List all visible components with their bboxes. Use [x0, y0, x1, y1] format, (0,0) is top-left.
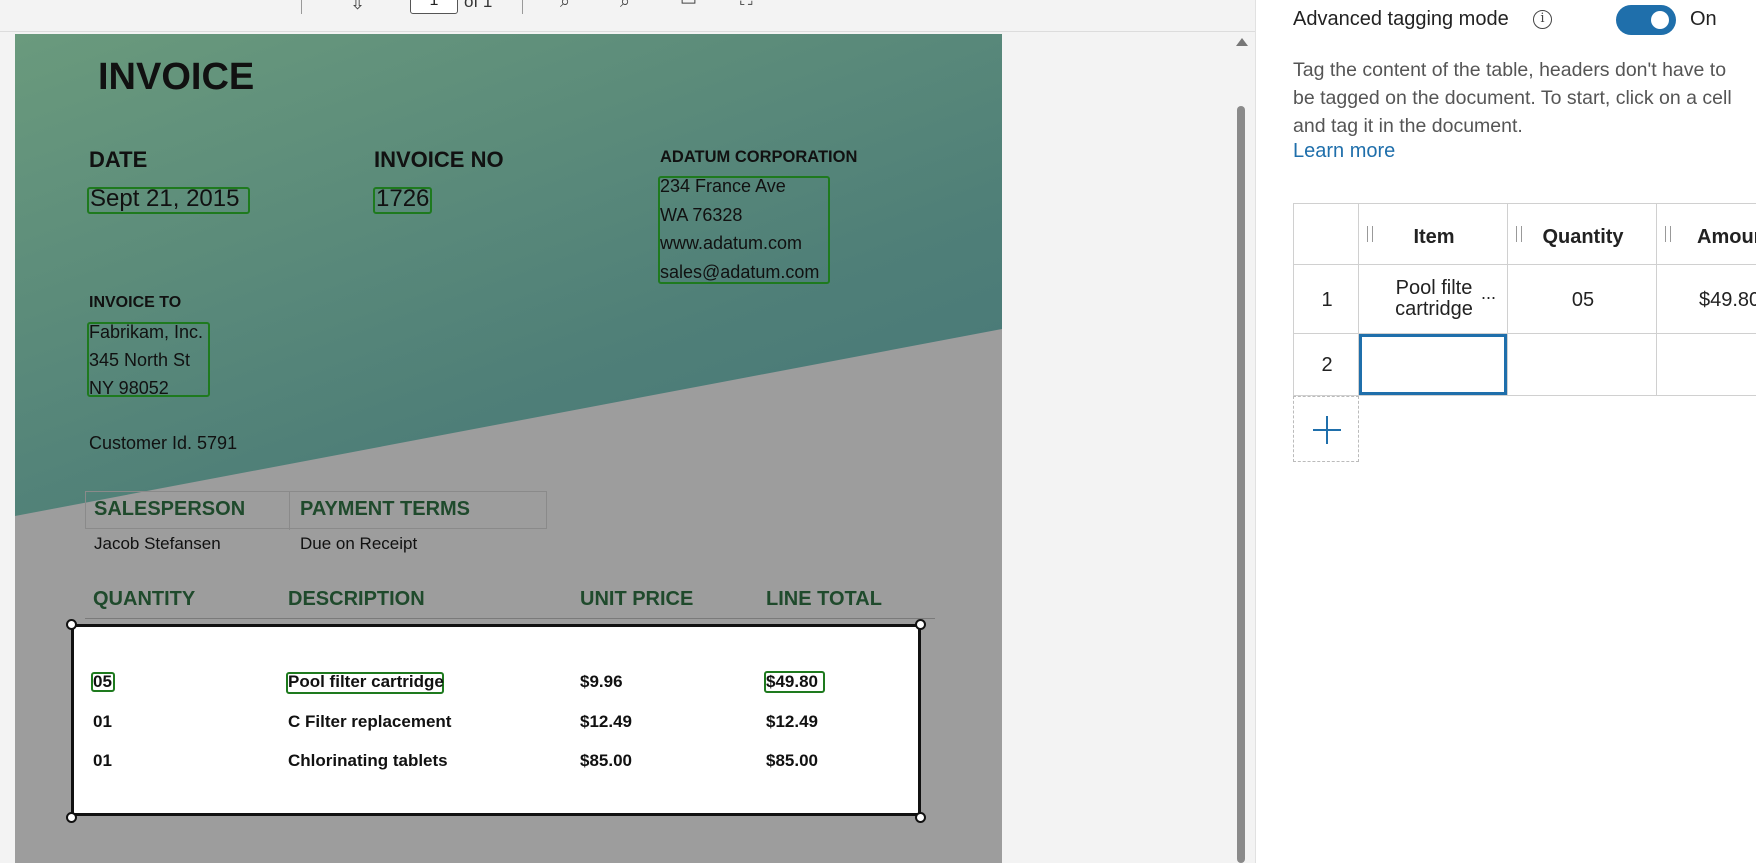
- row3-unit-price[interactable]: $85.00: [580, 751, 632, 771]
- tagging-panel: Advanced tagging mode i On Tag the conte…: [1255, 0, 1756, 863]
- row2-line-total[interactable]: $12.49: [766, 712, 818, 732]
- cell-text: 05: [1571, 289, 1595, 311]
- table-header-quantity[interactable]: Quantity: [1507, 203, 1657, 265]
- tag-table: Item Quantity Amount 1 Pool filte cartri…: [1293, 203, 1756, 396]
- toolbar-separator: [522, 0, 523, 14]
- plus-icon: [1313, 416, 1341, 444]
- invoice-to-line[interactable]: Fabrikam, Inc.: [89, 322, 203, 343]
- date-value[interactable]: Sept 21, 2015: [90, 185, 239, 213]
- table-header-item[interactable]: Item: [1358, 203, 1508, 265]
- cell-row1-item[interactable]: Pool filte cartridge ...: [1358, 264, 1508, 334]
- column-header-line-total: LINE TOTAL: [766, 588, 882, 610]
- row-number-cell: 2: [1293, 333, 1359, 396]
- cell-row2-quantity[interactable]: [1507, 333, 1657, 396]
- salesperson-value: Jacob Stefansen: [94, 534, 221, 553]
- company-line[interactable]: sales@adatum.com: [660, 262, 819, 283]
- payment-terms-value: Due on Receipt: [300, 534, 418, 553]
- table-header-amount[interactable]: Amount: [1656, 203, 1756, 265]
- date-label: DATE: [89, 147, 148, 172]
- invoice-to-label: INVOICE TO: [89, 294, 182, 311]
- row-number-cell: 1: [1293, 264, 1359, 334]
- invoice-to-line[interactable]: 345 North St: [89, 350, 190, 371]
- fit-page-icon[interactable]: ⛶: [740, 0, 753, 8]
- selection-handle-bottom-left[interactable]: [66, 812, 77, 823]
- page-number-input[interactable]: 1: [410, 0, 458, 14]
- fit-width-icon[interactable]: ▭: [680, 0, 697, 8]
- selection-handle-top-left[interactable]: [66, 619, 77, 630]
- company-name: ADATUM CORPORATION: [660, 148, 858, 166]
- column-header-underline: [85, 618, 935, 619]
- payment-terms-label: PAYMENT TERMS: [300, 498, 471, 520]
- invoice-no-value[interactable]: 1726: [376, 185, 429, 213]
- learn-more-link[interactable]: Learn more: [1293, 140, 1395, 163]
- zoom-out-icon[interactable]: ⌕: [620, 0, 630, 10]
- row3-description[interactable]: Chlorinating tablets: [288, 751, 448, 771]
- zoom-in-icon[interactable]: ⌕: [560, 0, 570, 10]
- cell-row1-amount[interactable]: $49.80: [1656, 264, 1756, 334]
- row1-unit-price[interactable]: $9.96: [580, 672, 623, 692]
- invoice-page: INVOICE DATE Sept 21, 2015 INVOICE NO 17…: [15, 34, 1002, 863]
- document-viewer: ⇩ 1 of 1 ⌕ ⌕ ▭ ⛶ INVOICE DATE Sept 21, 2…: [0, 0, 1255, 863]
- company-line[interactable]: WA 76328: [660, 205, 742, 226]
- header-label: Quantity: [1542, 226, 1624, 248]
- table-corner-cell: [1293, 203, 1359, 265]
- scroll-up-icon[interactable]: [1236, 38, 1248, 46]
- salesperson-label: SALESPERSON: [94, 498, 246, 520]
- advanced-tagging-title: Advanced tagging mode: [1293, 8, 1509, 30]
- row3-line-total[interactable]: $85.00: [766, 751, 818, 771]
- row2-quantity[interactable]: 01: [93, 712, 112, 732]
- cell-row2-amount[interactable]: [1656, 333, 1756, 396]
- column-header-quantity: QUANTITY: [93, 588, 196, 610]
- selection-handle-top-right[interactable]: [915, 619, 926, 630]
- company-line[interactable]: 234 France Ave: [660, 176, 786, 197]
- row-number: 1: [1321, 289, 1333, 311]
- row3-quantity[interactable]: 01: [93, 751, 112, 771]
- row-number: 2: [1321, 354, 1333, 376]
- column-resize-grip[interactable]: [1665, 226, 1671, 242]
- more-ellipsis[interactable]: ...: [1481, 283, 1496, 304]
- invoice-no-label: INVOICE NO: [374, 147, 504, 172]
- info-icon[interactable]: i: [1533, 10, 1552, 29]
- column-header-unit-price: UNIT PRICE: [580, 588, 694, 610]
- app-root: ⇩ 1 of 1 ⌕ ⌕ ▭ ⛶ INVOICE DATE Sept 21, 2…: [0, 0, 1756, 863]
- cell-text: $49.80: [1699, 289, 1756, 311]
- viewer-toolbar: ⇩ 1 of 1 ⌕ ⌕ ▭ ⛶: [0, 0, 1255, 32]
- advanced-tagging-toggle[interactable]: [1616, 5, 1676, 35]
- active-cell-row2-item[interactable]: [1359, 334, 1507, 395]
- toggle-state-label: On: [1690, 8, 1717, 30]
- cell-row1-quantity[interactable]: 05: [1507, 264, 1657, 334]
- header-label: Amount: [1697, 226, 1756, 248]
- row1-quantity[interactable]: 05: [93, 672, 112, 692]
- row1-line-total[interactable]: $49.80: [766, 672, 818, 692]
- header-label: Item: [1413, 226, 1455, 248]
- invoice-to-line[interactable]: NY 98052: [89, 378, 169, 399]
- page-count-label: of 1: [464, 0, 493, 11]
- selection-handle-bottom-right[interactable]: [915, 812, 926, 823]
- next-page-icon[interactable]: ⇩: [350, 0, 365, 12]
- toggle-knob: [1651, 11, 1669, 29]
- customer-id: Customer Id. 5791: [89, 433, 238, 453]
- column-header-description: DESCRIPTION: [288, 588, 425, 610]
- tagging-description: Tag the content of the table, headers do…: [1293, 59, 1732, 137]
- table-divider: [289, 492, 290, 530]
- scrollbar-thumb[interactable]: [1237, 106, 1245, 863]
- toolbar-separator: [301, 0, 302, 14]
- viewer-scrollbar[interactable]: [1231, 34, 1253, 863]
- invoice-title: INVOICE: [98, 56, 255, 98]
- company-line[interactable]: www.adatum.com: [660, 233, 802, 254]
- row2-description[interactable]: C Filter replacement: [288, 712, 451, 732]
- add-row-button[interactable]: [1293, 396, 1359, 462]
- row2-unit-price[interactable]: $12.49: [580, 712, 632, 732]
- row1-description[interactable]: Pool filter cartridge: [288, 672, 444, 692]
